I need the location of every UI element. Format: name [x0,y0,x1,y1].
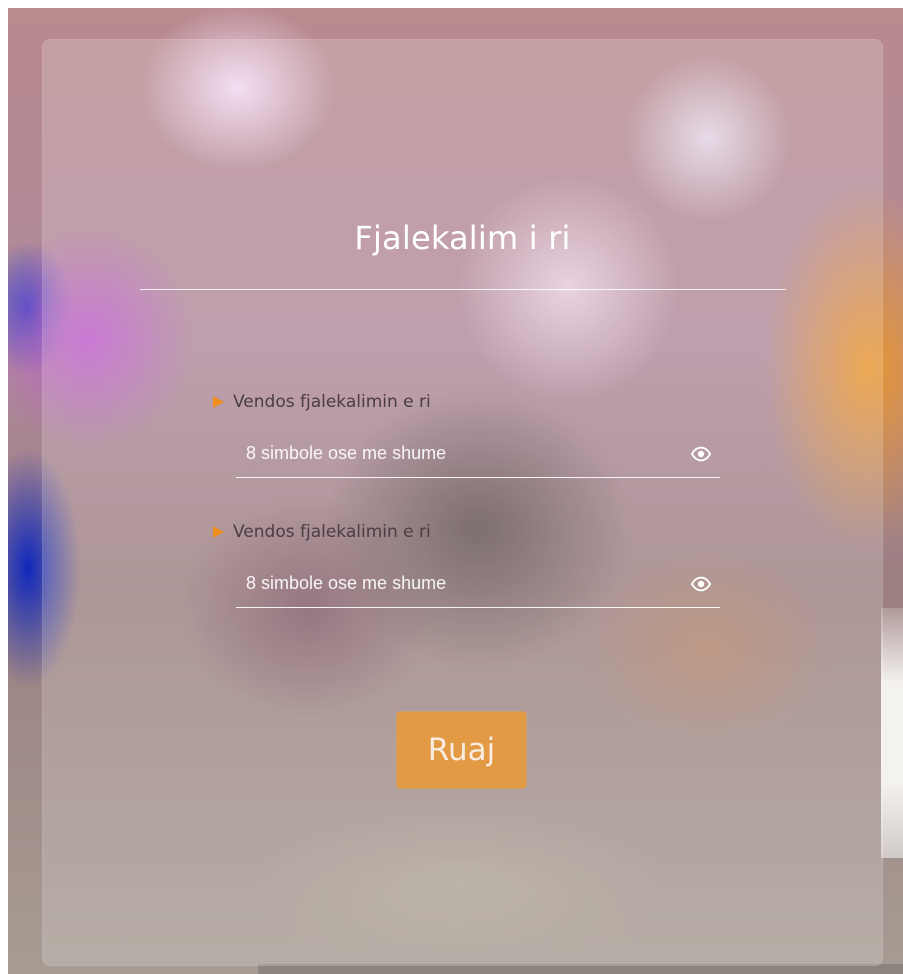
triangle-bullet-icon [213,526,224,538]
title-divider [140,289,786,290]
background-object [881,608,903,858]
confirm-password-field [236,565,720,608]
eye-icon[interactable] [690,443,712,465]
new-password-card: Fjalekalim i ri Vendos fjalekalimin e ri… [42,39,883,966]
new-password-input[interactable] [236,435,676,471]
eye-icon[interactable] [690,573,712,595]
triangle-bullet-icon [213,396,224,408]
save-button[interactable]: Ruaj [397,712,526,788]
page-title: Fjalekalim i ri [354,219,571,257]
new-password-field [236,435,720,478]
new-password-label-text: Vendos fjalekalimin e ri [233,392,431,412]
confirm-password-label: Vendos fjalekalimin e ri [213,522,431,542]
confirm-password-label-text: Vendos fjalekalimin e ri [233,522,431,542]
viewport: Fjalekalim i ri Vendos fjalekalimin e ri… [0,0,903,974]
new-password-label: Vendos fjalekalimin e ri [213,392,431,412]
confirm-password-input[interactable] [236,565,676,601]
